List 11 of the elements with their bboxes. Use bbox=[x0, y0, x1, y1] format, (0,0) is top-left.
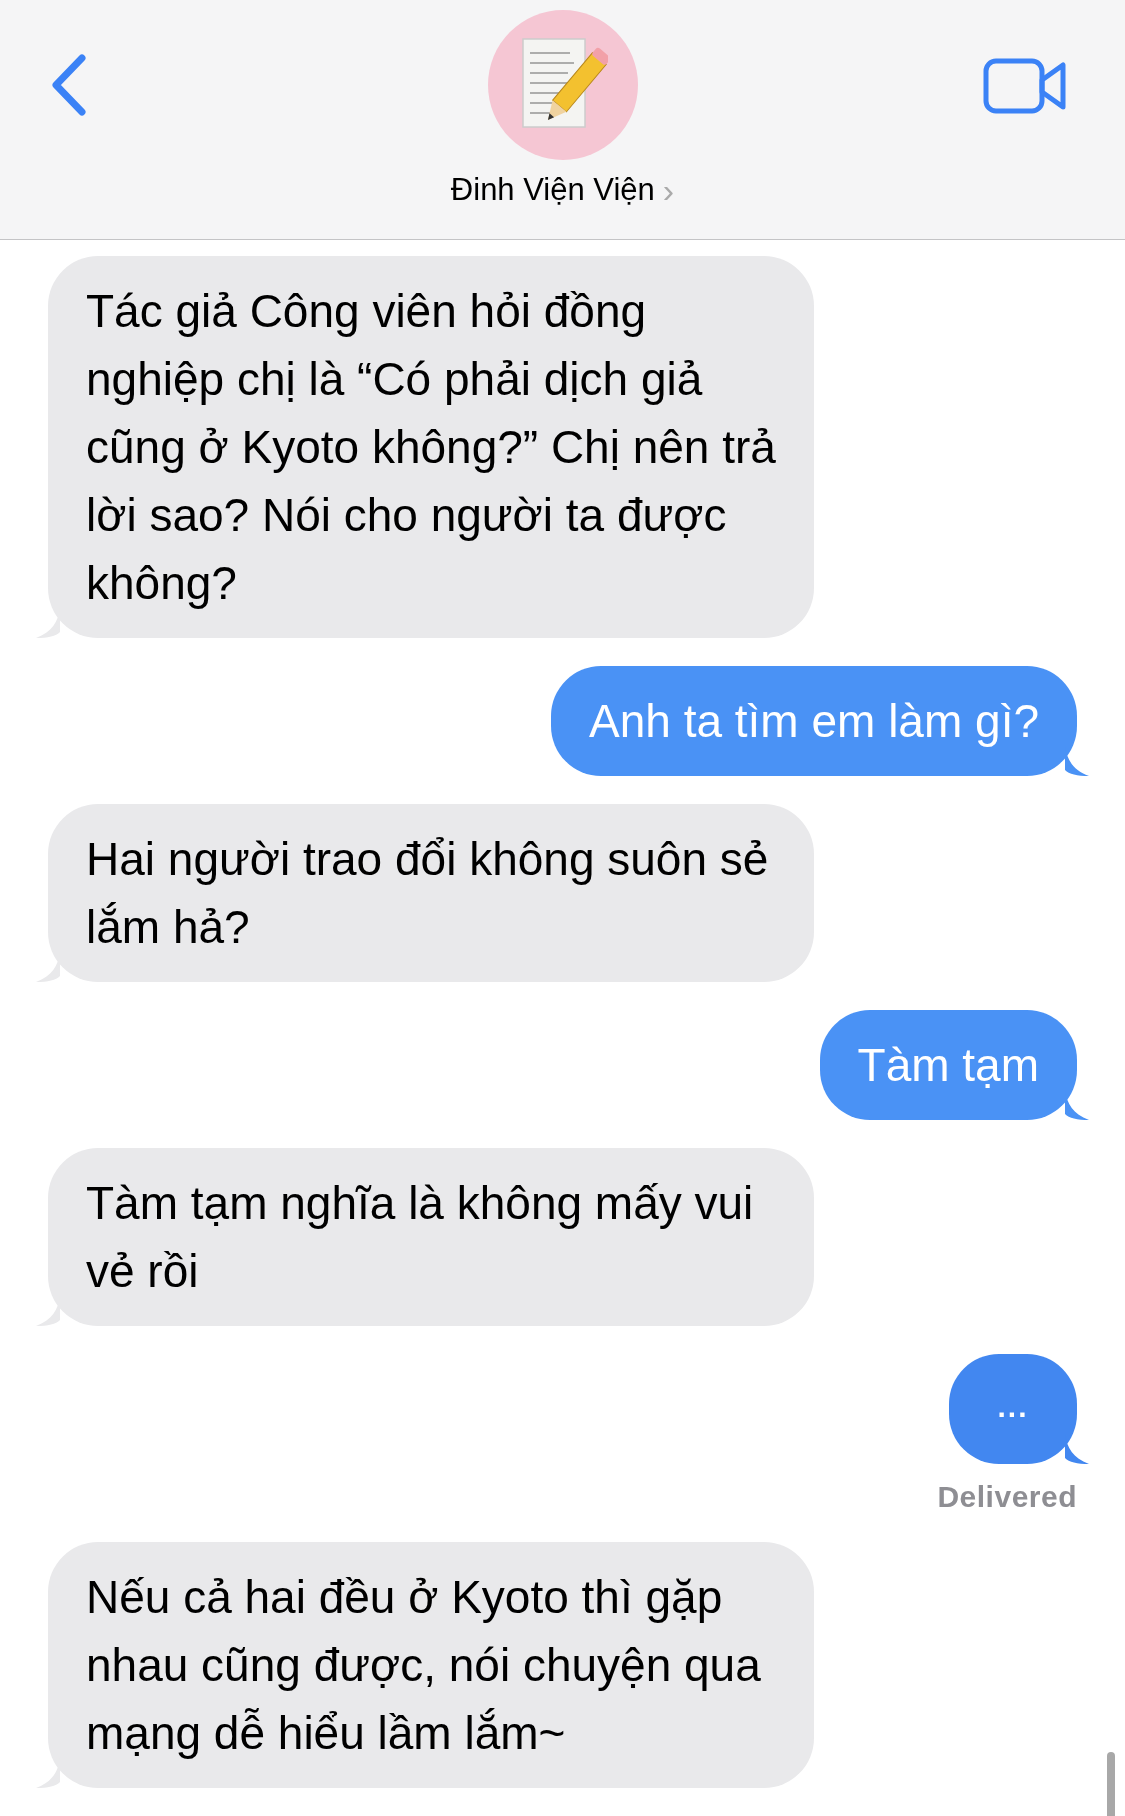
video-camera-icon[interactable] bbox=[983, 58, 1067, 114]
typing-bubble: ... bbox=[949, 1354, 1077, 1464]
delivery-status: Delivered bbox=[937, 1480, 1077, 1514]
message-bubble: Anh ta tìm em làm gì? bbox=[551, 666, 1077, 776]
message-bubble: Tàm tạm bbox=[819, 1010, 1077, 1120]
message-bubble: Tàm tạm nghĩa là không mấy vui vẻ rồi bbox=[48, 1148, 814, 1326]
message-bubble: Nếu cả hai đều ở Kyoto thì gặp nhau cũng được, nói chuyện qua mạng dễ hiểu lầm lắm~ bbox=[48, 1542, 814, 1788]
message-bubble: Tác giả Công viên hỏi đồng nghiệp chị là “Có phải dịch giả cũng ở Kyoto không?” Chị nên trả lời sao? Nói cho người ta được không? bbox=[48, 256, 814, 638]
message-bubble: Hai người trao đổi không suôn sẻ lắm hả? bbox=[48, 804, 814, 982]
contact-name[interactable]: Đinh Viện Viện bbox=[450, 172, 655, 208]
scroll-bar bbox=[1107, 1752, 1115, 1816]
